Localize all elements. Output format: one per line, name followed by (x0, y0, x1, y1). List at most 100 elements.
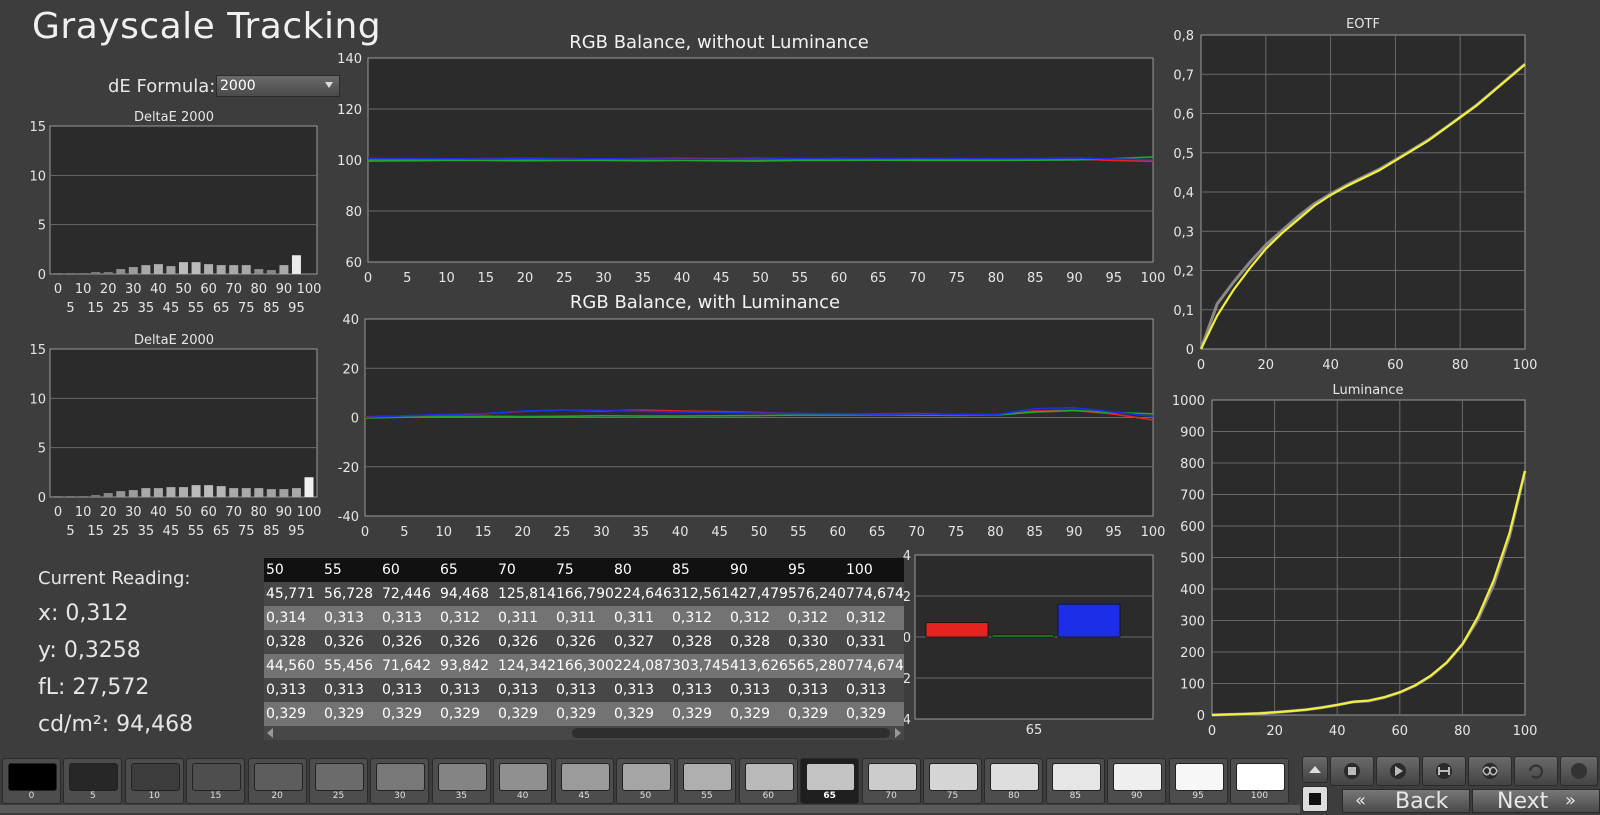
y-tick-label: 900 (1180, 426, 1205, 441)
x-tick-label: 5 (66, 524, 74, 539)
y-tick-label: 400 (1180, 583, 1205, 598)
table-cell: 0,313 (556, 682, 597, 698)
x-tick-label: 65 (213, 524, 230, 539)
stop-button[interactable] (1330, 756, 1374, 786)
x-tick-label: 80 (988, 271, 1005, 286)
patch-95[interactable]: 95 (1168, 758, 1228, 804)
table-cell: 0,313 (440, 682, 481, 698)
patch-55[interactable]: 55 (677, 758, 737, 804)
y-tick-label: 80 (345, 205, 362, 220)
scrollbar-thumb[interactable] (572, 728, 890, 738)
scroll-up-button[interactable] (1302, 756, 1328, 783)
rgb-deviation-bar (991, 634, 1055, 638)
back-button[interactable]: « Back (1342, 789, 1470, 813)
patch-swatch (130, 763, 180, 791)
patch-5[interactable]: 5 (63, 758, 123, 804)
table-horizontal-scrollbar[interactable] (264, 726, 904, 740)
patch-label: 40 (516, 791, 529, 801)
patch-label: 75 (946, 791, 959, 801)
patch-label: 15 (209, 791, 222, 801)
table-cell: 44,560 (266, 658, 315, 674)
x-tick-label: 45 (713, 271, 730, 286)
x-tick-label: 45 (163, 524, 180, 539)
patch-45[interactable]: 45 (554, 758, 614, 804)
patch-40[interactable]: 40 (493, 758, 553, 804)
patch-70[interactable]: 70 (861, 758, 921, 804)
patch-90[interactable]: 90 (1107, 758, 1167, 804)
patch-15[interactable]: 15 (186, 758, 246, 804)
table-cell: 0,330 (788, 634, 829, 650)
patch-swatch (8, 763, 57, 791)
table-cell: 0,327 (614, 634, 655, 650)
deltae-bar (204, 485, 214, 497)
next-button[interactable]: Next » (1472, 789, 1600, 813)
deltae-bar (279, 265, 289, 274)
patch-60[interactable]: 60 (738, 758, 798, 804)
y-tick-label: 100 (337, 154, 362, 169)
x-tick-label: 25 (112, 301, 129, 316)
table-cell: 166,300 (556, 658, 614, 674)
patch-65[interactable]: 65 (800, 758, 860, 804)
stop-icon (1344, 763, 1360, 779)
loop-range-button[interactable] (1422, 756, 1466, 786)
circle-icon (1571, 763, 1587, 779)
scroll-right-icon[interactable] (895, 728, 901, 738)
patch-swatch (315, 763, 364, 791)
y-tick-label: 120 (337, 103, 362, 118)
patch-80[interactable]: 80 (984, 758, 1044, 804)
table-cell: 0,311 (556, 610, 597, 626)
patch-100[interactable]: 100 (1230, 758, 1289, 804)
patch-75[interactable]: 75 (923, 758, 982, 804)
patch-label: 0 (28, 791, 35, 801)
patch-swatch (683, 763, 733, 791)
x-tick-label: 40 (672, 525, 689, 540)
record-button[interactable] (1302, 786, 1328, 812)
table-row: 0,314 0,313 0,313 0,312 0,311 0,311 0,311 0,312… (264, 606, 904, 630)
patch-25[interactable]: 25 (309, 758, 368, 804)
rgb-chart-title: RGB Balance, with Luminance (570, 292, 840, 313)
patch-label: 35 (455, 791, 468, 801)
patch-10[interactable]: 10 (124, 758, 184, 804)
x-tick-label: 50 (751, 525, 768, 540)
patch-label: 30 (394, 791, 406, 801)
reading-x: x: 0,312 (38, 601, 129, 626)
x-tick-label: 55 (188, 524, 205, 539)
patch-strip-scrollbar[interactable] (0, 805, 1300, 813)
y-tick-label: 100 (1180, 678, 1205, 693)
x-tick-label: 25 (556, 271, 573, 286)
x-tick-label: 35 (633, 525, 650, 540)
scroll-left-icon[interactable] (267, 728, 273, 738)
infinite-button[interactable] (1468, 756, 1512, 786)
table-cell: 166,790 (556, 586, 614, 602)
table-cell: 94,468 (440, 586, 489, 602)
deltae-bar (179, 487, 188, 497)
x-tick-label: 15 (87, 301, 104, 316)
patch-20[interactable]: 20 (247, 758, 307, 804)
patch-50[interactable]: 50 (616, 758, 675, 804)
patch-0[interactable]: 0 (2, 758, 61, 804)
deltae-bar (53, 496, 63, 497)
table-cell: 0,329 (440, 706, 481, 722)
play-button[interactable] (1376, 756, 1420, 786)
extra-button[interactable] (1560, 756, 1598, 786)
chevron-up-icon (1309, 766, 1321, 773)
patch-35[interactable]: 35 (431, 758, 491, 804)
patch-label: 70 (885, 791, 897, 801)
table-cell: 100 (846, 562, 873, 578)
x-tick-label: 60 (1392, 724, 1409, 739)
table-row: 0,329 0,329 0,329 0,329 0,329 0,329 0,329 0,329… (264, 702, 904, 726)
deltae-bar (229, 488, 239, 497)
patch-85[interactable]: 85 (1045, 758, 1105, 804)
x-tick-label: 80 (251, 505, 268, 520)
deltae-bar (216, 265, 226, 274)
x-tick-label: 50 (175, 505, 192, 520)
x-tick-label: 85 (263, 301, 280, 316)
x-tick-label: 55 (790, 525, 807, 540)
table-cell: 0,313 (266, 682, 307, 698)
patch-swatch (192, 763, 242, 791)
table-cell: 0,329 (498, 706, 539, 722)
table-cell: 0,312 (672, 610, 713, 626)
table-cell: 95 (788, 562, 806, 578)
refresh-button[interactable] (1514, 756, 1558, 786)
patch-30[interactable]: 30 (370, 758, 430, 804)
